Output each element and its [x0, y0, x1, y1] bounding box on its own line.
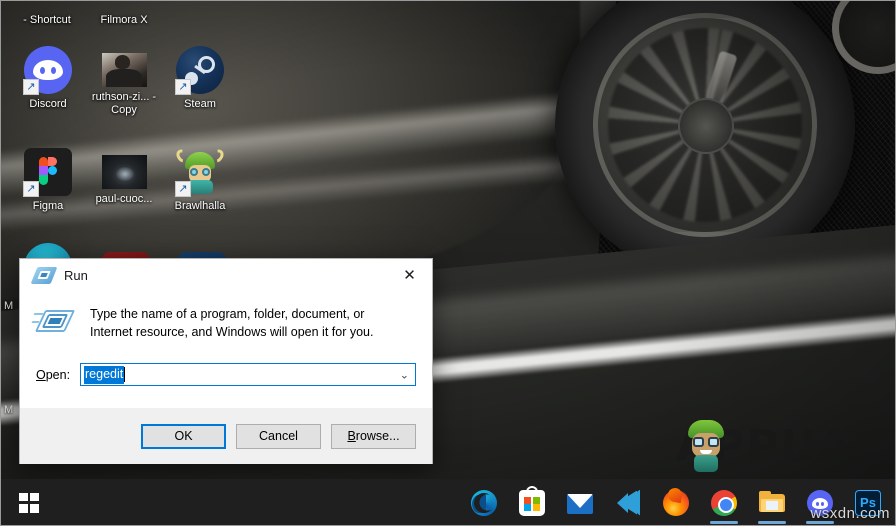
image-thumbnail-icon — [101, 53, 147, 87]
desktop-icon-figma[interactable]: ↗ Figma — [5, 148, 91, 213]
taskbar-item-microsoft-edge[interactable] — [460, 479, 508, 526]
ok-button[interactable]: OK — [141, 423, 226, 449]
google-chrome-icon — [711, 489, 737, 516]
shortcut-arrow-icon: ↗ — [23, 181, 39, 197]
taskbar-item-google-chrome[interactable] — [700, 479, 748, 526]
open-field-label: Open: — [36, 368, 80, 382]
desktop-icon-discord[interactable]: ↗ Discord — [5, 46, 91, 111]
run-dialog-title: Run — [64, 267, 88, 283]
browse-label-accelerator: B — [347, 429, 356, 443]
firefox-icon — [663, 489, 689, 516]
browse-button[interactable]: Browse... — [331, 423, 416, 449]
microsoft-store-icon — [519, 485, 545, 516]
desktop-icon-label: Discord — [29, 98, 67, 110]
mail-icon — [567, 494, 593, 514]
open-input-value[interactable]: regedit — [84, 365, 125, 384]
shortcut-arrow-icon: ↗ — [175, 181, 191, 197]
run-dialog-description: Type the name of a program, folder, docu… — [90, 307, 374, 339]
desktop-icon-label: Steam — [184, 98, 216, 110]
obscured-label-fragment-2: M — [4, 404, 14, 416]
shortcut-arrow-icon: ↗ — [23, 79, 39, 95]
run-dialog-footer: OK Cancel Browse... — [20, 408, 432, 464]
desktop-icon-brawlhalla[interactable]: ↗ Brawlhalla — [157, 147, 243, 213]
run-dialog-titlebar[interactable]: Run ✕ — [20, 259, 432, 291]
run-window-icon — [30, 266, 58, 284]
run-dialog-body: Type the name of a program, folder, docu… — [20, 291, 432, 408]
desktop-icon-filmora-x-cutoff[interactable]: Filmora X — [81, 14, 167, 27]
desktop-icon-shortcut-cutoff[interactable]: - Shortcut — [4, 14, 90, 27]
text-caret — [124, 367, 126, 382]
run-dialog[interactable]: Run ✕ Type the name of a program, folder… — [19, 258, 433, 464]
taskbar-item-mail[interactable] — [556, 479, 604, 526]
windows-start-icon[interactable] — [0, 479, 58, 526]
running-indicator — [758, 521, 786, 524]
desktop-icon-label: Filmora X — [100, 14, 148, 26]
taskbar-item-firefox[interactable] — [652, 479, 700, 526]
close-icon[interactable]: ✕ — [387, 259, 432, 290]
chevron-down-icon[interactable]: ⌄ — [400, 368, 409, 381]
shortcut-arrow-icon: ↗ — [175, 79, 191, 95]
obscured-label-fragment-1: M — [4, 300, 14, 312]
image-thumbnail-icon — [101, 155, 147, 189]
desktop-icon-label: ruthson-zi... - Copy — [91, 91, 157, 116]
desktop-icon-label: Figma — [32, 200, 64, 212]
open-label-rest: pen: — [45, 367, 71, 382]
brawlhalla-icon: ↗ — [173, 147, 227, 197]
desktop-icon-paul-cuoc[interactable]: paul-cuoc... — [81, 148, 167, 206]
microsoft-edge-icon — [471, 489, 497, 516]
browse-label-rest: rowse... — [355, 429, 400, 443]
discord-icon: ↗ — [23, 46, 72, 95]
taskbar-item-visual-studio-code[interactable] — [604, 479, 652, 526]
desktop-icon-ruthson-zi-copy[interactable]: ruthson-zi... - Copy — [81, 46, 167, 117]
steam-icon: ↗ — [175, 46, 224, 95]
run-program-icon — [31, 307, 76, 337]
desktop-icon-label: paul-cuoc... — [95, 193, 153, 205]
open-label-accelerator: O — [36, 367, 46, 382]
desktop-icon-label: Brawlhalla — [174, 200, 226, 212]
taskbar[interactable]: Ps wsxdn.com — [0, 479, 896, 526]
desktop-icon-steam[interactable]: ↗ Steam — [157, 46, 243, 111]
visual-studio-code-icon — [615, 489, 641, 516]
taskbar-item-file-explorer[interactable] — [748, 479, 796, 526]
cancel-button[interactable]: Cancel — [236, 423, 321, 449]
file-explorer-icon — [759, 490, 785, 516]
figma-icon: ↗ — [23, 148, 72, 197]
open-combobox[interactable]: regedit ⌄ — [80, 363, 416, 386]
running-indicator — [710, 521, 738, 524]
desktop-icon-label: - Shortcut — [23, 14, 71, 26]
taskbar-item-microsoft-store[interactable] — [508, 479, 556, 526]
appuals-mascot-icon — [684, 420, 728, 472]
site-watermark: wsxdn.com — [810, 505, 890, 522]
